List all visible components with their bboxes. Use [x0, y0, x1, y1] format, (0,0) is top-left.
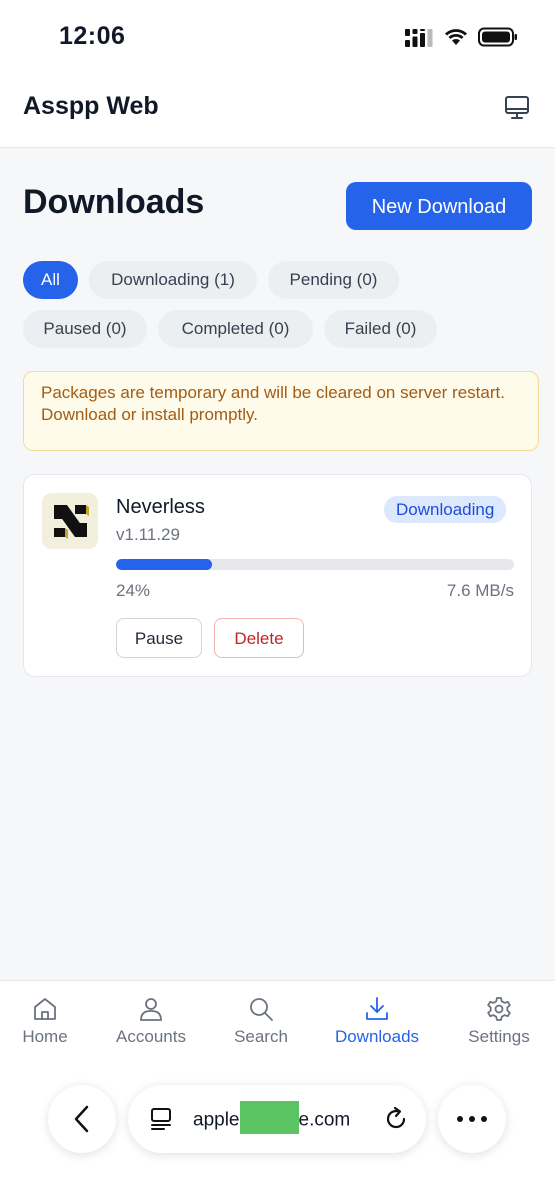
user-icon [140, 998, 162, 1021]
tab-label-settings: Settings [468, 1027, 530, 1046]
filter-chip-downloading[interactable]: Downloading (1) [89, 261, 257, 299]
url-text: apple e.com [193, 1101, 351, 1134]
tab-label-home: Home [22, 1027, 68, 1046]
filter-chip-pending[interactable]: Pending (0) [268, 261, 399, 299]
page: 12:06 Asspp Web Downloads New Download A… [0, 0, 555, 1200]
app-icon [42, 493, 98, 549]
chevron-left-icon [74, 1105, 89, 1133]
tab-switcher-icon[interactable] [149, 1106, 175, 1132]
search-icon [250, 998, 273, 1021]
filter-chip-failed[interactable]: Failed (0) [324, 310, 437, 348]
app-version: v1.11.29 [116, 525, 180, 544]
progress-percent: 24% [116, 581, 151, 600]
tab-label-accounts: Accounts [116, 1027, 186, 1046]
wifi-icon [445, 29, 467, 45]
neverless-logo-icon [42, 493, 98, 549]
url-bar[interactable]: apple e.com [128, 1085, 426, 1153]
tab-label-downloads: Downloads [334, 1027, 420, 1046]
back-button[interactable] [48, 1085, 116, 1153]
browser-toolbar: apple e.com [0, 1068, 555, 1200]
download-icon [366, 997, 388, 1020]
home-icon [34, 998, 56, 1020]
url-suffix: e.com [298, 1109, 351, 1131]
pause-button[interactable]: Pause [116, 618, 202, 658]
filter-chip-all[interactable]: All [23, 261, 78, 299]
tab-accounts[interactable]: Accounts [106, 981, 196, 1061]
tab-label-search: Search [234, 1027, 288, 1046]
gear-icon [487, 997, 511, 1021]
battery-icon [478, 27, 517, 47]
new-download-button[interactable]: New Download [346, 182, 532, 230]
tab-search[interactable]: Search [221, 981, 301, 1061]
tab-bar: Home Accounts Search Downloads Settings [0, 980, 555, 1069]
app-title: Asspp Web [23, 92, 159, 120]
more-icon [457, 1116, 487, 1122]
tab-downloads[interactable]: Downloads [328, 981, 426, 1061]
download-speed: 7.6 MB/s [446, 581, 514, 600]
status-bar: 12:06 [0, 0, 555, 75]
reload-icon[interactable] [382, 1105, 410, 1133]
progress-fill [116, 559, 212, 570]
progress-bar [116, 559, 514, 570]
download-card: Neverless v1.11.29 Downloading 24% 7.6 M… [23, 474, 532, 677]
url-prefix: apple [193, 1109, 240, 1131]
tab-settings[interactable]: Settings [458, 981, 540, 1061]
notice-banner: Packages are temporary and will be clear… [23, 371, 539, 451]
tab-home[interactable]: Home [5, 981, 85, 1061]
page-title: Downloads [23, 183, 205, 221]
more-button[interactable] [438, 1085, 506, 1153]
monitor-icon[interactable] [503, 94, 531, 122]
app-header: Asspp Web [0, 75, 555, 148]
delete-button[interactable]: Delete [214, 618, 304, 658]
cellular-signal-icon [405, 29, 433, 47]
status-time: 12:06 [59, 22, 126, 50]
status-badge: Downloading [384, 496, 507, 523]
filter-chip-paused[interactable]: Paused (0) [23, 310, 147, 348]
url-redaction [239, 1101, 299, 1134]
app-name: Neverless [116, 496, 205, 518]
filter-chip-completed[interactable]: Completed (0) [158, 310, 313, 348]
